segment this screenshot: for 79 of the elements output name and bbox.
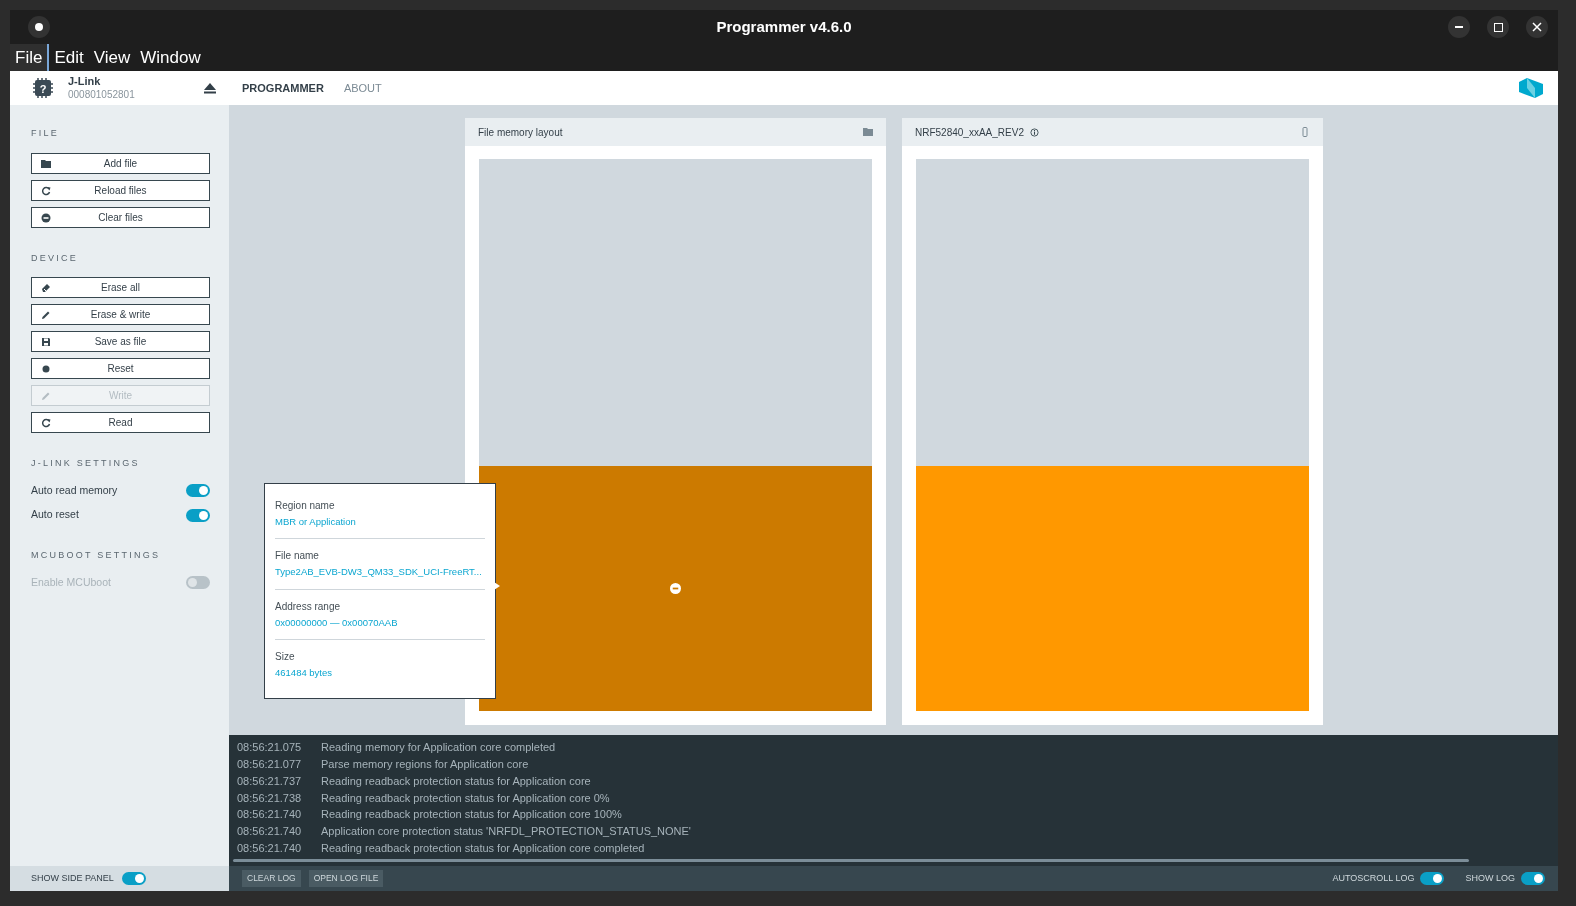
- nav-tab[interactable]: PROGRAMMER: [242, 79, 324, 97]
- section-heading: J-LINK SETTINGS: [31, 457, 141, 470]
- device-serial: 000801052801: [68, 88, 135, 102]
- log-message: Reading readback protection status for Application core: [321, 773, 591, 789]
- sidebar-button[interactable]: Save as file: [31, 331, 210, 352]
- panel-title: File memory layout: [478, 125, 563, 140]
- sidebar-button[interactable]: Erase & write: [31, 304, 210, 325]
- pencil-icon: [41, 310, 51, 320]
- menu-item[interactable]: Edit: [49, 44, 89, 71]
- folder-icon: [41, 158, 51, 169]
- log-time: 08:56:21.740: [237, 824, 303, 840]
- sidebar-button[interactable]: Reset: [31, 358, 210, 379]
- log-message: Parse memory regions for Application core: [321, 756, 529, 772]
- remove-icon[interactable]: [670, 583, 681, 594]
- menu-item[interactable]: View: [88, 44, 136, 71]
- field-label: Address range: [275, 599, 342, 614]
- section-heading: DEVICE: [31, 251, 79, 265]
- info-icon[interactable]: [1029, 127, 1039, 137]
- field-label: Size: [275, 649, 296, 664]
- field-value: MBR or Application: [275, 515, 356, 529]
- eraser-icon: [41, 283, 51, 293]
- toggle-switch[interactable]: [121, 872, 146, 885]
- autoscroll-label: AUTOSCROLL LOG: [1332, 871, 1415, 885]
- toggle-switch[interactable]: [1420, 872, 1445, 885]
- field-value: 0x00000000 — 0x00070AAB: [275, 615, 398, 630]
- app-menu-icon[interactable]: [28, 16, 50, 38]
- field-label: Region name: [275, 499, 336, 513]
- chip-outline-icon: [1300, 127, 1310, 137]
- log-time: 08:56:21.738: [237, 790, 303, 806]
- dot-icon: [41, 364, 51, 374]
- sidebar-button[interactable]: Erase all: [31, 277, 210, 298]
- log-message: Reading readback protection status for Application core 0%: [321, 790, 610, 806]
- sidebar-button[interactable]: Reload files: [31, 179, 210, 201]
- log-time: 08:56:21.737: [237, 773, 303, 789]
- section-heading: MCUBOOT SETTINGS: [31, 549, 162, 562]
- menu-item[interactable]: Window: [135, 44, 206, 71]
- toggle-switch[interactable]: [186, 508, 210, 522]
- setting-label: Auto read memory: [31, 482, 118, 498]
- log-button[interactable]: CLEAR LOG: [242, 870, 301, 887]
- log-time: 08:56:21.075: [237, 740, 303, 756]
- section-heading: FILE: [31, 127, 60, 140]
- field-label: File name: [275, 549, 320, 564]
- nav-tab[interactable]: ABOUT: [343, 79, 382, 97]
- log-time: 08:56:21.740: [237, 807, 303, 823]
- setting-label: Auto reset: [31, 507, 79, 523]
- folder-icon: [863, 127, 873, 137]
- sidebar-button[interactable]: Add file: [31, 152, 210, 174]
- toggle-switch[interactable]: [1521, 872, 1545, 885]
- log-message: Reading memory for Application core completed: [321, 740, 556, 756]
- maximize-icon[interactable]: [1487, 16, 1509, 38]
- device-name: J-Link: [68, 74, 102, 89]
- refresh-icon: [41, 418, 51, 428]
- log-message: Reading readback protection status for Application core completed: [321, 840, 645, 856]
- window-title: Programmer v4.6.0: [716, 16, 852, 37]
- log-button[interactable]: OPEN LOG FILE: [308, 870, 384, 887]
- panel-title: NRF52840_xxAA_REV2: [915, 125, 1024, 140]
- log-time: 08:56:21.740: [237, 840, 303, 856]
- setting-label: Enable MCUboot: [31, 574, 111, 590]
- scrollbar[interactable]: [233, 859, 1469, 862]
- log-message: Application core protection status 'NRFDL_PROTECTION_STATUS_NONE': [321, 824, 691, 840]
- sidebar-button[interactable]: Read: [31, 412, 210, 433]
- log-time: 08:56:21.077: [237, 756, 303, 772]
- refresh-icon: [41, 185, 51, 196]
- chip-icon: ?: [32, 77, 54, 99]
- sidebar-button[interactable]: Clear files: [31, 206, 210, 228]
- log-message: Reading readback protection status for Application core 100%: [321, 807, 622, 823]
- memory-region-block[interactable]: [479, 466, 872, 711]
- field-value: Type2AB_EVB-DW3_QM33_SDK_UCI-FreeRT...: [275, 565, 482, 580]
- show-log-label: SHOW LOG: [1465, 871, 1515, 885]
- eject-icon[interactable]: [204, 82, 216, 94]
- logo-icon: [1518, 78, 1544, 98]
- minimize-icon[interactable]: [1448, 16, 1470, 38]
- pencil-icon: [41, 391, 51, 401]
- menu-item[interactable]: File: [10, 44, 50, 71]
- close-icon[interactable]: [1526, 16, 1548, 38]
- side-panel-label: SHOW SIDE PANEL: [31, 871, 114, 885]
- minus-circle-icon: [41, 212, 51, 223]
- toggle-switch[interactable]: [186, 483, 210, 497]
- field-value: 461484 bytes: [275, 665, 333, 680]
